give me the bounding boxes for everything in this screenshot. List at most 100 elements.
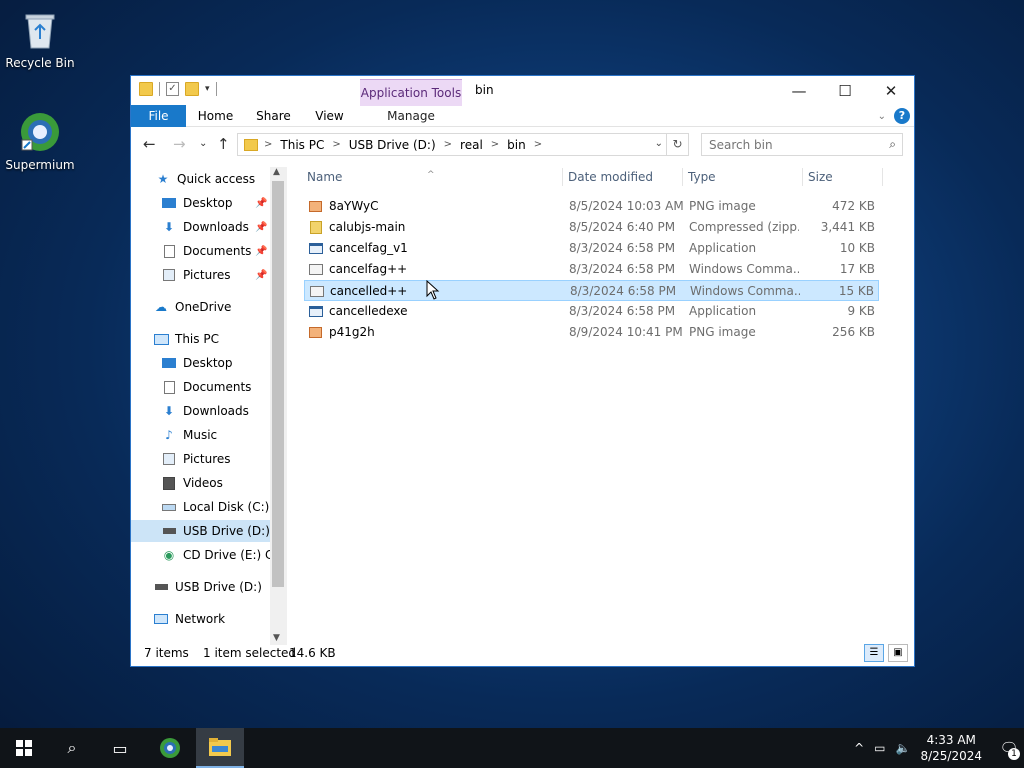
back-button[interactable]: ← (143, 135, 156, 153)
nav-item-label: Music (183, 428, 218, 442)
tab-file[interactable]: File (131, 105, 186, 127)
pin-icon[interactable]: 📌 (255, 246, 267, 257)
chevron-right-icon[interactable]: > (444, 139, 452, 150)
column-header-size[interactable]: Size (808, 170, 833, 184)
divider[interactable] (682, 168, 683, 186)
file-row[interactable]: cancelfag_v1 8/3/2024 6:58 PM Applicatio… (304, 238, 879, 259)
divider[interactable] (562, 168, 563, 186)
file-date: 8/9/2024 10:41 PM (569, 325, 683, 339)
nav-item-pictures[interactable]: Pictures (161, 448, 231, 470)
chevron-right-icon[interactable]: > (264, 139, 272, 150)
desktop-icon-recycle-bin[interactable]: Recycle Bin (0, 8, 80, 70)
details-view-button[interactable]: ☰ (864, 644, 884, 662)
task-view-button[interactable]: ▭ (96, 728, 144, 768)
nav-item-cd-drive[interactable]: ◉ CD Drive (E:) CC (161, 544, 282, 566)
file-name: calubjs-main (329, 220, 406, 234)
nav-item-label: Pictures (183, 268, 231, 282)
recent-locations-button[interactable]: ⌄ (199, 138, 207, 149)
file-row[interactable]: cancelfag++ 8/3/2024 6:58 PM Windows Com… (304, 259, 879, 280)
column-header-type[interactable]: Type (688, 170, 716, 184)
file-name: cancelfag++ (329, 262, 408, 276)
properties-icon[interactable]: ✓ (166, 82, 179, 96)
nav-item-documents[interactable]: Documents 📌 (161, 240, 271, 262)
nav-item-quick-access[interactable]: ★ Quick access (155, 168, 256, 190)
volume-muted-icon[interactable]: 🔈 (896, 741, 911, 755)
nav-item-music[interactable]: ♪ Music (161, 424, 217, 446)
divider[interactable] (802, 168, 803, 186)
nav-scrollbar[interactable]: ▲ ▼ (270, 167, 287, 645)
nav-item-desktop[interactable]: Desktop (161, 352, 233, 374)
nav-item-usb-drive-selected[interactable]: USB Drive (D:) (131, 520, 270, 542)
nav-item-usb-drive[interactable]: USB Drive (D:) (153, 576, 262, 598)
chevron-up-icon[interactable]: ^ (854, 741, 864, 755)
supermium-icon (160, 738, 180, 758)
nav-item-desktop[interactable]: Desktop 📌 (161, 192, 271, 214)
search-box: ⌕ (701, 133, 903, 156)
chevron-right-icon[interactable]: > (491, 139, 499, 150)
breadcrumb-bin[interactable]: bin (507, 138, 526, 152)
file-row[interactable]: cancelledexe 8/3/2024 6:58 PM Applicatio… (304, 301, 879, 322)
nav-item-documents[interactable]: Documents (161, 376, 251, 398)
desktop-icon-supermium[interactable]: Supermium (0, 110, 80, 172)
nav-item-network[interactable]: Network (153, 608, 225, 630)
pictures-icon (161, 452, 177, 466)
pin-icon[interactable]: 📌 (255, 198, 267, 209)
taskbar-supermium[interactable] (146, 728, 194, 768)
nav-item-label: Pictures (183, 452, 231, 466)
scrollbar-thumb[interactable] (272, 181, 284, 587)
divider[interactable] (882, 168, 883, 186)
file-name: cancelledexe (329, 304, 408, 318)
address-bar[interactable]: > This PC > USB Drive (D:) > real > bin … (237, 133, 689, 156)
nav-item-onedrive[interactable]: ☁ OneDrive (153, 296, 231, 318)
nav-item-this-pc[interactable]: This PC (153, 328, 219, 350)
clock-time: 4:33 AM (926, 733, 976, 747)
breadcrumb-usb-drive[interactable]: USB Drive (D:) (349, 138, 436, 152)
chevron-right-icon[interactable]: > (332, 139, 340, 150)
chevron-right-icon[interactable]: > (534, 139, 542, 150)
tab-home[interactable]: Home (193, 105, 238, 127)
customize-toolbar-icon[interactable]: ▾ (205, 84, 210, 94)
breadcrumb-real[interactable]: real (460, 138, 483, 152)
documents-icon (161, 244, 177, 258)
close-button[interactable]: ✕ (868, 76, 914, 105)
up-button[interactable]: ↑ (217, 135, 230, 153)
file-row[interactable]: p41g2h 8/9/2024 10:41 PM PNG image 256 K… (304, 322, 879, 343)
search-icon[interactable]: ⌕ (889, 137, 896, 152)
network-icon[interactable]: ▭ (874, 741, 885, 755)
pin-icon[interactable]: 📌 (255, 222, 267, 233)
column-header-name[interactable]: Name (307, 170, 342, 184)
pin-icon[interactable]: 📌 (255, 270, 267, 281)
chevron-up-icon[interactable]: ▲ (273, 167, 280, 177)
nav-item-videos[interactable]: Videos (161, 472, 223, 494)
column-header-date[interactable]: Date modified (568, 170, 653, 184)
search-button[interactable]: ⌕ (48, 728, 96, 768)
large-icons-view-button[interactable]: ▣ (888, 644, 908, 662)
tab-view[interactable]: View (307, 105, 352, 127)
file-row[interactable]: calubjs-main 8/5/2024 6:40 PM Compressed… (304, 217, 879, 238)
address-history-icon[interactable]: ⌄ (655, 138, 663, 149)
taskbar-file-explorer[interactable] (196, 728, 244, 768)
action-center-button[interactable]: 🗨 1 (994, 728, 1024, 768)
expand-ribbon-icon[interactable]: ⌄ (878, 111, 886, 122)
breadcrumb-this-pc[interactable]: This PC (280, 138, 324, 152)
nav-item-label: OneDrive (175, 300, 232, 314)
nav-item-pictures[interactable]: Pictures 📌 (161, 264, 271, 286)
nav-item-local-disk[interactable]: Local Disk (C:) (161, 496, 269, 518)
forward-button[interactable]: → (173, 135, 186, 153)
tab-share[interactable]: Share (251, 105, 296, 127)
nav-item-downloads[interactable]: ⬇ Downloads (161, 400, 249, 422)
minimize-button[interactable]: — (776, 76, 822, 105)
new-folder-icon[interactable] (185, 82, 199, 96)
folder-icon (139, 82, 153, 96)
quick-access-toolbar: ✓ ▾ (139, 82, 217, 96)
nav-item-downloads[interactable]: ⬇ Downloads 📌 (161, 216, 271, 238)
maximize-button[interactable]: ☐ (822, 76, 868, 105)
clock[interactable]: 4:33 AM 8/25/2024 (920, 732, 982, 764)
file-row[interactable]: 8aYWyC 8/5/2024 10:03 AM PNG image 472 K… (304, 196, 879, 217)
file-row-selected[interactable]: cancelled++ 8/3/2024 6:58 PM Windows Com… (304, 280, 879, 301)
search-input[interactable] (702, 134, 872, 155)
download-icon: ⬇ (163, 404, 175, 418)
refresh-button[interactable]: ↻ (666, 134, 688, 155)
help-icon[interactable]: ? (894, 108, 910, 124)
start-button[interactable] (0, 728, 48, 768)
